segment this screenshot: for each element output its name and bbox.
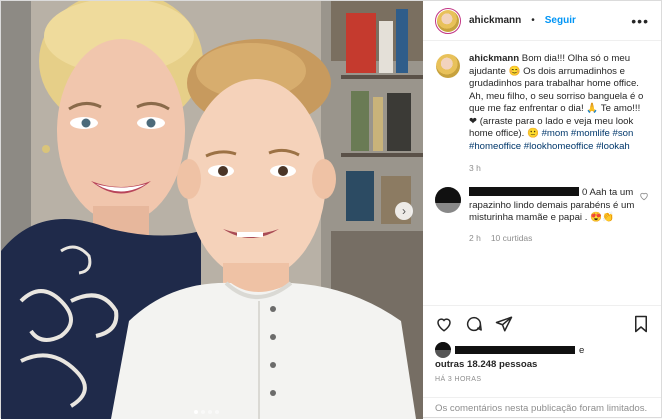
chevron-right-icon: › [402,204,406,218]
hashtag-link[interactable]: #mom [542,128,569,139]
clapping-emoji-icon: 👏 [602,212,614,223]
caption-avatar[interactable] [435,53,461,79]
more-options-icon[interactable]: ••• [631,13,649,29]
caption-line3: Te amo!!! [598,103,641,114]
comment-text: 0 Aah ta um rapazinho lindo demais parab… [469,187,639,225]
avatar-image [436,54,460,78]
post-timestamp[interactable]: HÁ 3 HORAS [435,376,649,383]
like-heart-icon[interactable] [435,315,453,333]
share-paper-plane-icon[interactable] [495,315,513,333]
comments-section[interactable]: ahickmann Bom dia!!! Olha só o meu ajuda… [423,41,661,305]
comments-limited-notice: Os comentários nesta publicação foram li… [423,397,661,419]
comment-item: 0 Aah ta um rapazinho lindo demais parab… [435,187,649,225]
bookmark-icon[interactable] [633,315,649,333]
comment-bubble-icon[interactable] [465,315,483,333]
caption-username[interactable]: ahickmann [469,53,519,64]
heart-emoji-icon: ❤ [469,115,478,127]
post-caption: ahickmann Bom dia!!! Olha só o meu ajuda… [435,53,649,153]
commenter-avatar[interactable] [435,187,461,213]
instagram-post: › ahickmann • Seguir ••• ahickmann Bom d… [0,0,662,419]
post-header: ahickmann • Seguir ••• [423,1,661,41]
follow-button[interactable]: Seguir [545,15,576,26]
carousel-dot [215,410,219,414]
carousel-dots [194,410,219,414]
caption-time[interactable]: 3 h [469,163,649,173]
likes-summary: e [435,342,649,358]
redacted-liker [455,346,575,354]
hashtag-link[interactable]: #lookah [596,141,630,152]
comment-likes[interactable]: 10 curtidas [491,233,533,243]
redaction-bar [435,187,461,203]
author-username[interactable]: ahickmann [469,15,521,26]
caption-text: ahickmann Bom dia!!! Olha só o meu ajuda… [469,53,649,153]
hashtag-link[interactable]: #lookhomeoffice [524,141,594,152]
likes-others[interactable]: outras 18.248 pessoas [435,359,537,370]
hashtag-link[interactable]: #momlife [571,128,610,139]
redacted-username [469,187,579,196]
hashtag-link[interactable]: #homeoffice [469,141,521,152]
hashtag-link[interactable]: #son [613,128,634,139]
carousel-dot [208,410,212,414]
like-comment-heart-icon[interactable] [639,191,649,201]
carousel-dot [201,410,205,414]
post-sidebar: ahickmann • Seguir ••• ahickmann Bom dia… [423,1,661,419]
post-photo[interactable]: › [1,1,423,419]
author-avatar[interactable] [435,7,461,34]
avatar-image [437,9,459,32]
carousel-dot [194,410,198,414]
photo-illustration [1,1,423,419]
likes-connector: e [579,344,585,356]
action-bar [435,314,649,334]
liker-avatar[interactable] [435,342,451,358]
folded-hands-emoji-icon: 🙏 [586,103,599,114]
smiling-emoji-icon: 😊 [508,65,521,77]
header-separator: • [531,15,535,26]
likes-count[interactable]: outras 18.248 pessoas [435,359,649,370]
carousel-next-button[interactable]: › [395,202,413,220]
post-actions: e outras 18.248 pessoas HÁ 3 HORAS [423,305,661,397]
redaction-bar [435,342,451,350]
comment-meta: 2 h 10 curtidas [469,233,649,243]
comment-time[interactable]: 2 h [469,233,481,243]
smile-emoji-icon: 🙂 [526,128,539,139]
heart-eyes-emoji-icon: 😍 [590,212,602,223]
